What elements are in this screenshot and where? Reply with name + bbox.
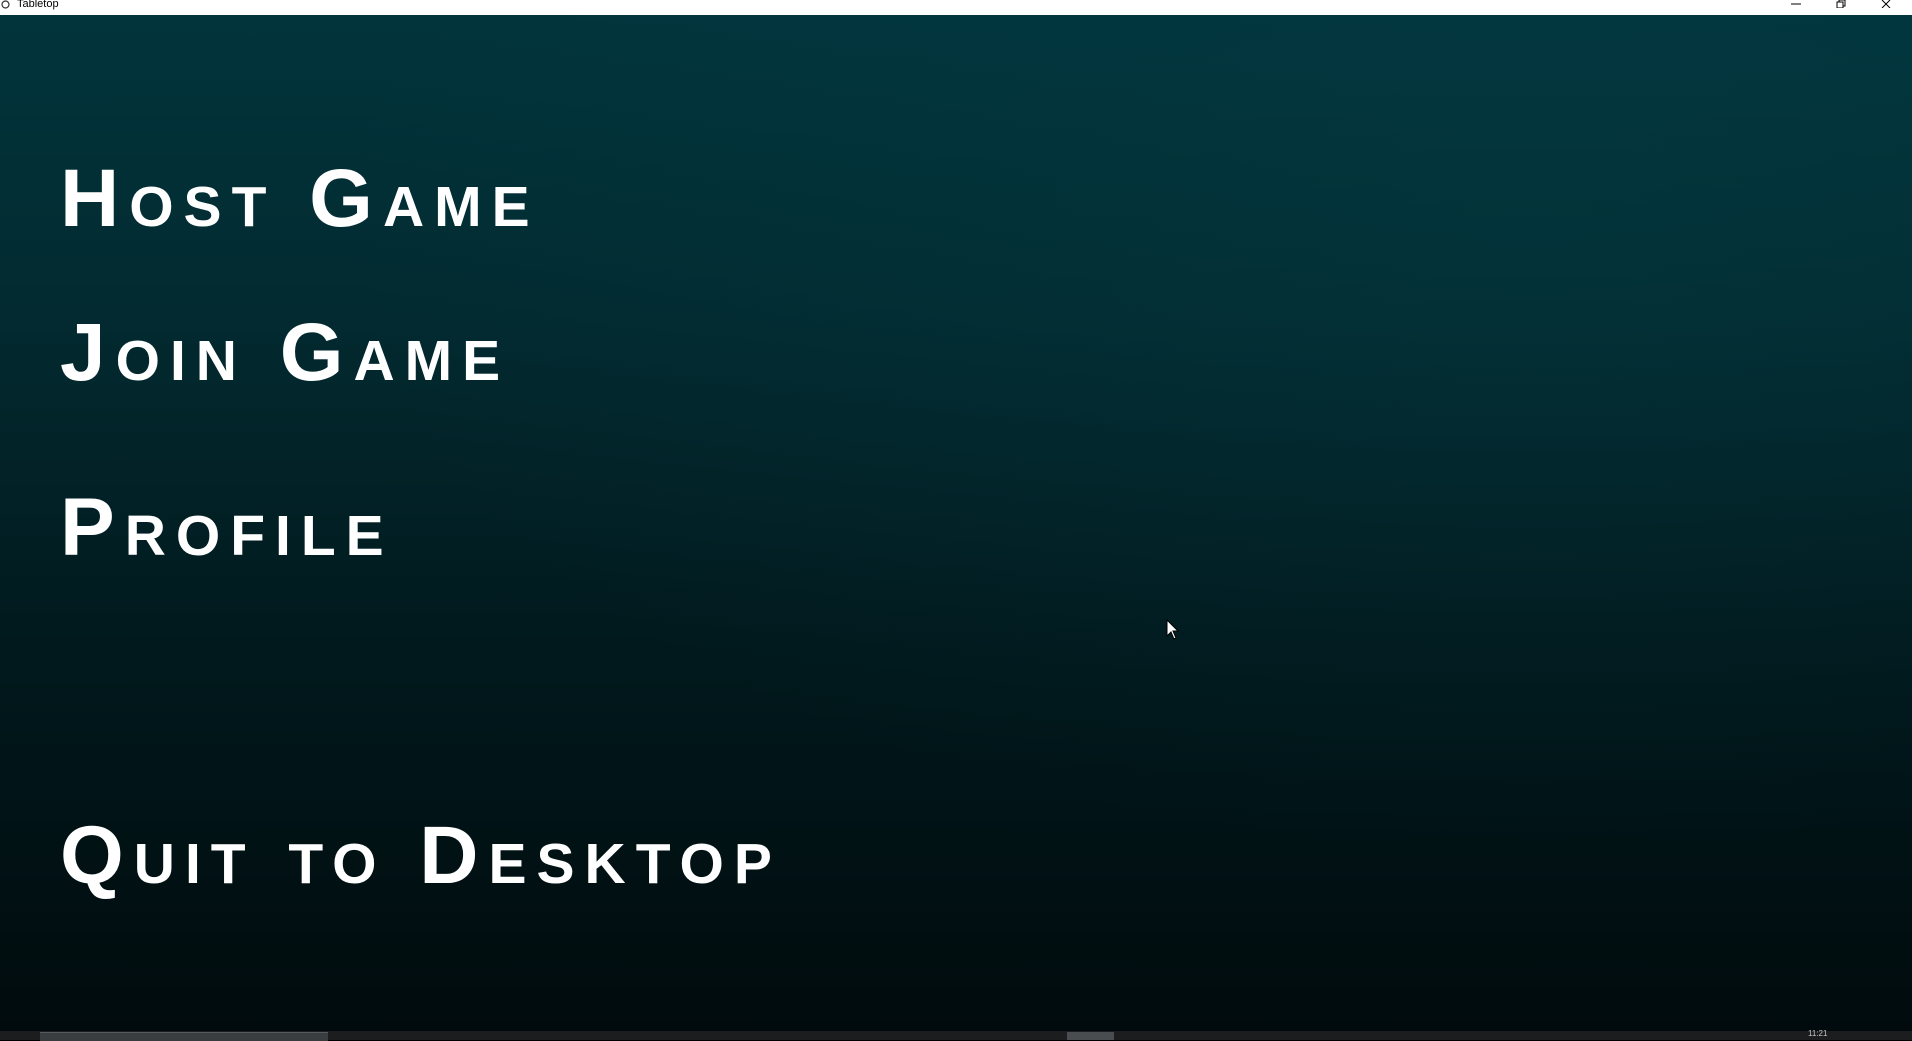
profile-button[interactable]: Profile <box>60 487 394 569</box>
window-title: Tabletop <box>17 0 59 10</box>
join-game-button[interactable]: Join Game <box>60 312 510 394</box>
quit-to-desktop-button[interactable]: Quit to Desktop <box>60 815 782 897</box>
main-menu-screen: Host Game Join Game Profile Quit to Desk… <box>0 15 1912 1031</box>
minimize-icon <box>1791 3 1801 5</box>
minimize-button[interactable] <box>1773 0 1819 15</box>
close-icon <box>1881 0 1891 8</box>
taskbar-task-button[interactable] <box>1067 1032 1114 1040</box>
mouse-cursor-icon <box>1166 619 1180 640</box>
close-button[interactable] <box>1863 0 1909 15</box>
window-titlebar: Tabletop <box>0 0 1912 15</box>
taskbar-clock: 11:21 <box>1808 1029 1828 1038</box>
restore-icon <box>1836 0 1846 8</box>
restore-button[interactable] <box>1818 0 1864 15</box>
host-game-button[interactable]: Host Game <box>60 158 540 240</box>
app-icon <box>0 0 10 9</box>
taskbar: 11:21 <box>0 1029 1912 1041</box>
